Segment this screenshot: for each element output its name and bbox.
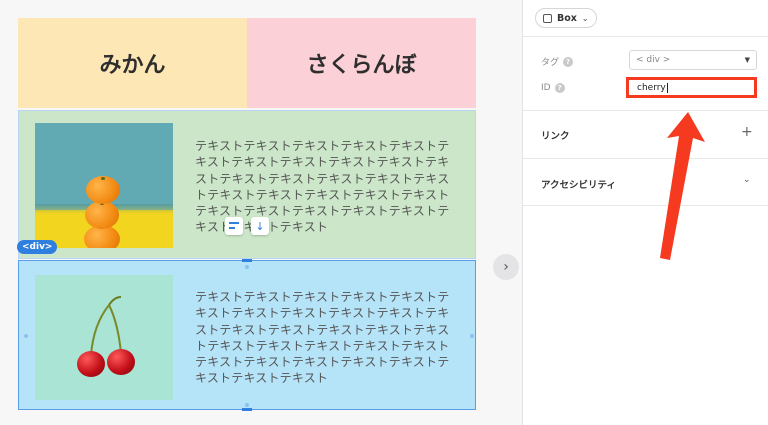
cherry-image[interactable] bbox=[35, 275, 173, 400]
divider bbox=[523, 36, 768, 37]
header-cell-sakuranbo[interactable]: さくらんぼ bbox=[247, 18, 476, 108]
chevron-right-icon: › bbox=[503, 259, 509, 275]
cherry-stems-icon bbox=[90, 296, 122, 356]
resize-handle-left[interactable] bbox=[24, 334, 28, 338]
resize-handle-top[interactable] bbox=[245, 265, 249, 269]
header-cell-mikan[interactable]: みかん bbox=[18, 18, 247, 108]
cherry-fruit bbox=[107, 349, 135, 375]
align-icon[interactable] bbox=[225, 217, 243, 235]
header-mikan-text: みかん bbox=[99, 53, 166, 78]
tag-row-label: タグ ? bbox=[541, 55, 574, 68]
resize-handle-right[interactable] bbox=[470, 334, 474, 338]
accessibility-section-title[interactable]: アクセシビリティ bbox=[541, 177, 616, 191]
tag-label: タグ bbox=[541, 58, 560, 68]
divider bbox=[523, 110, 768, 111]
element-type-dropdown[interactable]: Box ⌄ bbox=[535, 8, 597, 28]
tag-select[interactable]: < div > ▼ bbox=[629, 50, 757, 70]
caret-down-icon: ▼ bbox=[744, 56, 750, 64]
id-label: ID bbox=[541, 83, 551, 93]
link-section-title[interactable]: リンク bbox=[541, 128, 570, 142]
cherry-fruit bbox=[77, 351, 105, 377]
expand-panel-button[interactable]: › bbox=[493, 254, 519, 280]
help-icon[interactable]: ? bbox=[563, 56, 574, 67]
selected-element-tag[interactable]: <div> bbox=[17, 240, 58, 254]
id-row-label: ID ? bbox=[541, 83, 565, 93]
design-canvas[interactable]: みかん さくらんぼ テキストテキストテキストテキストテキストテキストテキストテキ… bbox=[0, 0, 522, 425]
orange-section[interactable]: テキストテキストテキストテキストテキストテキストテキストテキストテキストテキスト… bbox=[18, 110, 476, 259]
id-input-value: cherry bbox=[637, 82, 666, 93]
divider bbox=[523, 158, 768, 159]
chevron-down-icon: ⌄ bbox=[581, 13, 589, 23]
divider bbox=[523, 205, 768, 206]
properties-panel: Box ⌄ タグ ? < div > ▼ ID ? cherry リンク + ア… bbox=[522, 0, 768, 425]
chevron-down-icon[interactable]: ⌄ bbox=[743, 175, 751, 185]
tag-select-value: < div > bbox=[636, 55, 671, 65]
cherry-section-text[interactable]: テキストテキストテキストテキストテキストテキストテキストテキストテキストテキスト… bbox=[195, 289, 453, 387]
header-sakuranbo-text: さくらんぼ bbox=[306, 53, 417, 78]
selection-handle-bottom[interactable] bbox=[242, 408, 252, 411]
id-input[interactable]: cherry bbox=[626, 77, 757, 98]
element-type-label: Box bbox=[557, 12, 577, 24]
box-icon bbox=[543, 13, 552, 23]
move-down-icon[interactable]: ↓ bbox=[251, 217, 269, 235]
orange-fruit bbox=[86, 176, 120, 204]
plus-icon[interactable]: + bbox=[741, 124, 753, 140]
cherry-section[interactable]: テキストテキストテキストテキストテキストテキストテキストテキストテキストテキスト… bbox=[18, 260, 476, 410]
orange-image[interactable] bbox=[35, 123, 173, 248]
orange-fruit bbox=[85, 201, 119, 229]
resize-handle-bottom[interactable] bbox=[245, 403, 249, 407]
selection-handle-top[interactable] bbox=[242, 259, 252, 262]
help-icon[interactable]: ? bbox=[554, 83, 565, 93]
text-caret bbox=[666, 82, 668, 93]
